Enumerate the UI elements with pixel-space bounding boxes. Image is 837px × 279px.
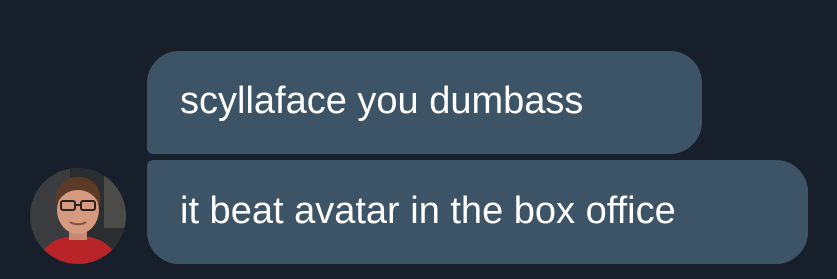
message-bubble[interactable]: it beat avatar in the box office: [147, 160, 808, 264]
message-thread: scyllaface you dumbass it beat avatar in…: [0, 0, 837, 279]
user-avatar-icon: [30, 168, 126, 264]
message-bubble[interactable]: scyllaface you dumbass: [147, 51, 702, 154]
message-text: scyllaface you dumbass: [180, 80, 584, 122]
sender-avatar[interactable]: [30, 168, 126, 264]
message-text: it beat avatar in the box office: [180, 189, 676, 232]
